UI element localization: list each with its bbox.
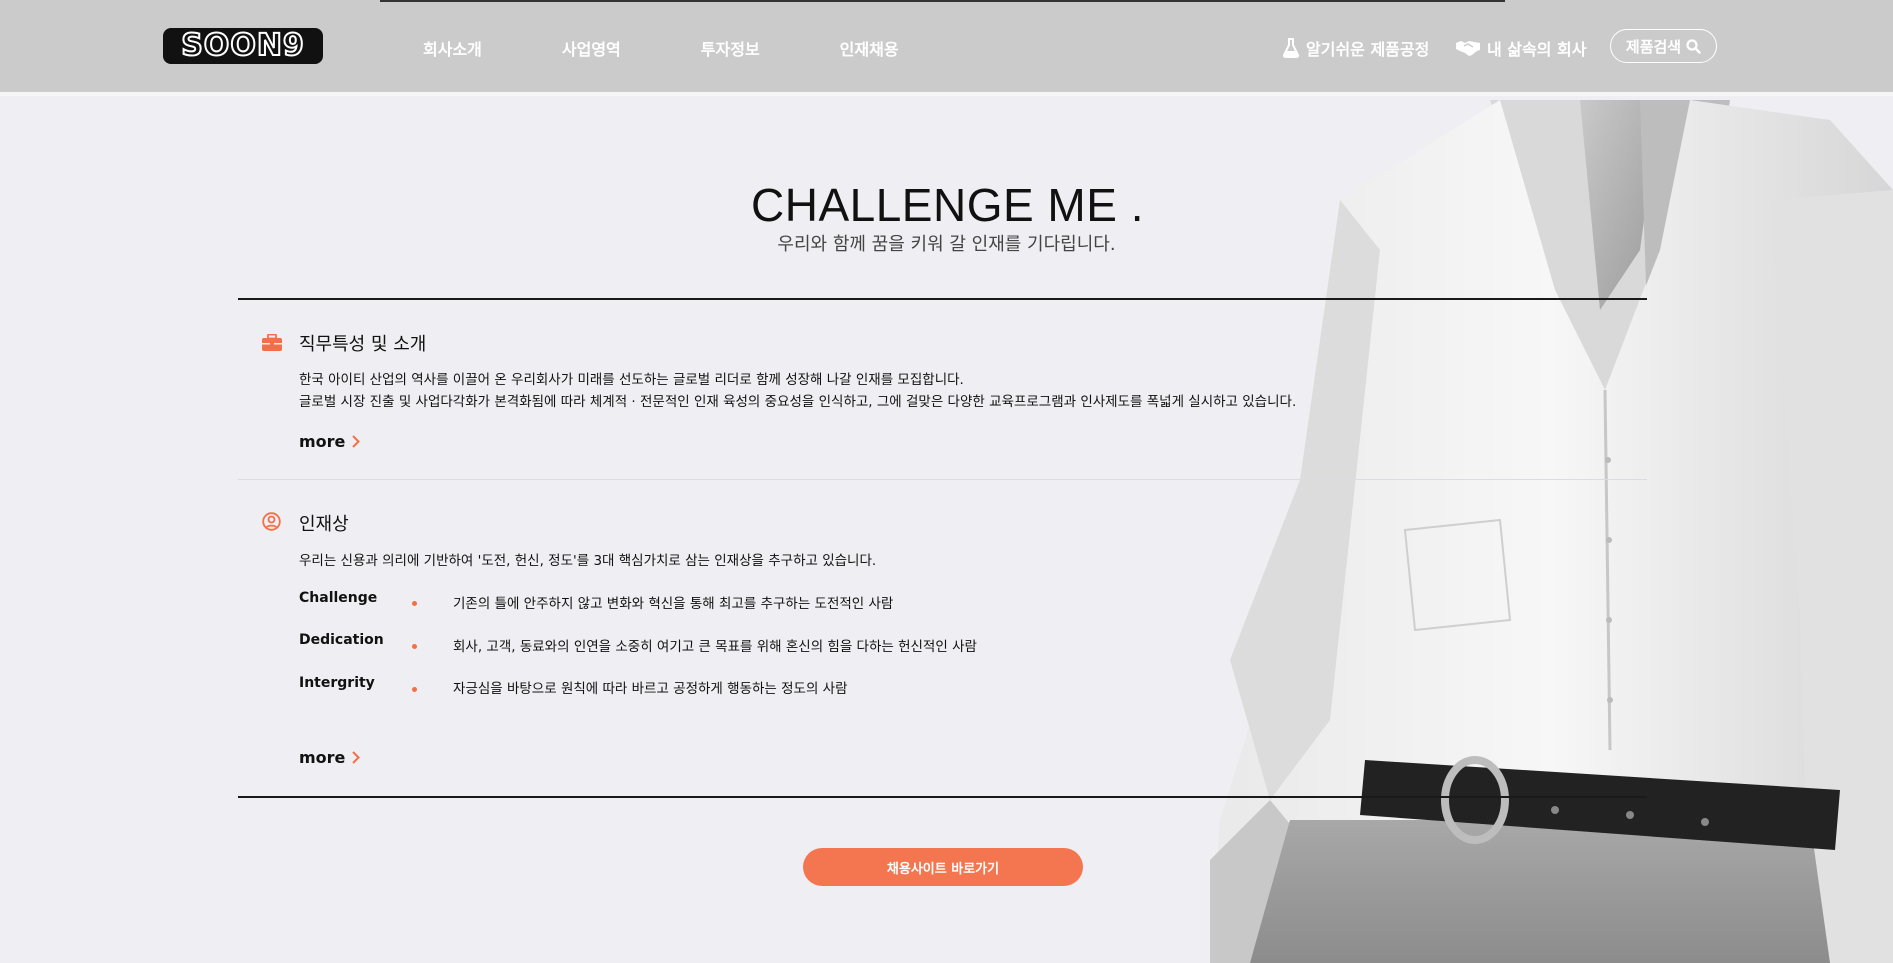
job-description-line-1: 한국 아이티 산업의 역사를 이끌어 온 우리회사가 미래를 선도하는 글로벌 … (299, 372, 964, 388)
chevron-right-icon (352, 435, 361, 448)
factory-process-link[interactable]: 알기쉬운 제품공정 (1282, 36, 1429, 60)
bullet-dot (412, 687, 417, 692)
search-icon (1686, 38, 1701, 54)
job-description-line-2: 글로벌 시장 진출 및 사업다각화가 본격화됨에 따라 체계적 · 전문적인 인… (299, 394, 1297, 410)
nav-item-recruit[interactable]: 인재채용 (840, 36, 899, 59)
logo[interactable]: SOON9 (163, 28, 323, 64)
bullet-dot (412, 601, 417, 606)
company-life-link[interactable]: 내 삶속의 회사 (1455, 36, 1586, 60)
value-desc-challenge: 기존의 틀에 안주하지 않고 변화와 혁신을 통해 최고를 추구하는 도전적인 … (453, 596, 894, 612)
section-bottom-divider (238, 796, 1647, 798)
site-header: SOON9 회사소개 사업영역 투자정보 인재채용 알기쉬운 제품공정 내 삶속… (0, 0, 1893, 96)
main-nav: 회사소개 사업영역 투자정보 인재채용 (423, 36, 979, 59)
job-more-link[interactable]: more (299, 432, 361, 451)
product-search-button[interactable]: 제품검색 (1610, 29, 1717, 63)
nav-item-business[interactable]: 사업영역 (562, 36, 621, 59)
hero-subtitle: 우리와 함께 꿈을 키워 갈 인재를 기다립니다. (777, 234, 1116, 255)
value-key-challenge: Challenge (299, 590, 378, 606)
talent-section-title: 인재상 (299, 514, 349, 535)
bullet-dot (412, 644, 417, 649)
header-top-line (380, 0, 1505, 2)
value-key-integrity: Intergrity (299, 675, 375, 691)
talent-more-link[interactable]: more (299, 748, 361, 767)
logo-text: SOON9 (180, 28, 305, 63)
person-circle-icon (262, 512, 281, 535)
nav-item-company[interactable]: 회사소개 (423, 36, 482, 59)
talent-intro: 우리는 신용과 의리에 기반하여 '도전, 헌신, 정도'를 3대 핵심가치로 … (299, 553, 877, 569)
value-key-dedication: Dedication (299, 632, 384, 648)
job-section-title: 직무특성 및 소개 (299, 334, 427, 355)
chevron-right-icon (352, 751, 361, 764)
talent-more-label: more (299, 748, 346, 767)
value-desc-integrity: 자긍심을 바탕으로 원칙에 따라 바르고 공정하게 행동하는 정도의 사람 (453, 681, 848, 697)
company-life-label: 내 삶속의 회사 (1487, 40, 1587, 59)
section-divider (238, 479, 1647, 480)
nav-item-investor[interactable]: 투자정보 (701, 36, 760, 59)
handshake-icon (1456, 41, 1480, 56)
hero-title: CHALLENGE ME . (751, 179, 1144, 231)
value-desc-dedication: 회사, 고객, 동료와의 인연을 소중히 여기고 큰 목표를 위해 혼신의 힘을… (453, 639, 977, 655)
job-more-label: more (299, 432, 346, 451)
briefcase-icon (262, 333, 282, 355)
section-top-divider (238, 298, 1647, 300)
recruit-site-button[interactable]: 채용사이트 바로가기 (803, 848, 1083, 886)
flask-icon (1282, 38, 1300, 58)
product-search-label: 제품검색 (1625, 37, 1682, 56)
factory-process-label: 알기쉬운 제품공정 (1306, 40, 1430, 59)
